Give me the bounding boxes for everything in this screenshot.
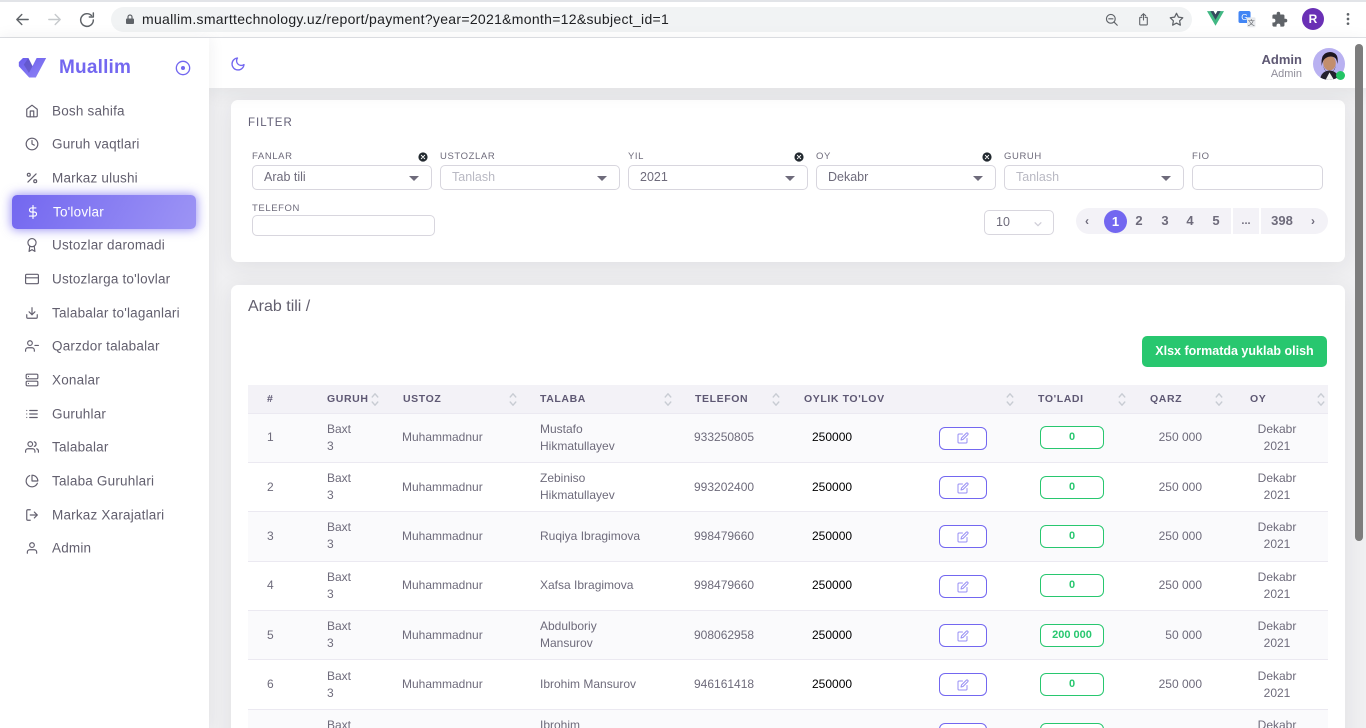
svg-text:G: G — [1241, 12, 1248, 22]
svg-text:文: 文 — [1248, 18, 1255, 27]
